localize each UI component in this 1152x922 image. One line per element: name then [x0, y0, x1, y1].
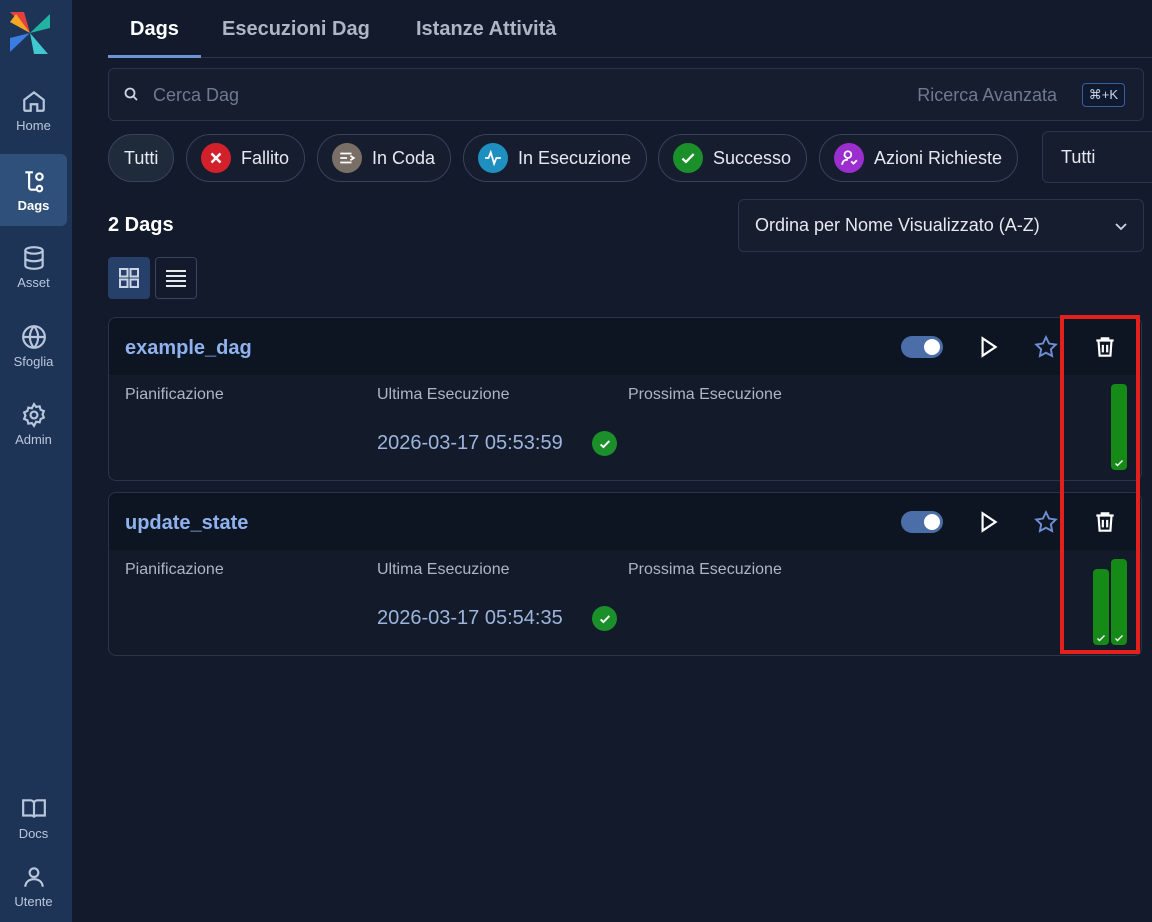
success-check-icon	[592, 606, 617, 631]
sort-select[interactable]: Ordina per Nome Visualizzato (A-Z)	[738, 199, 1144, 252]
dag-name-link[interactable]: update_state	[125, 512, 248, 535]
sidebar-item-utente[interactable]: Utente	[0, 850, 67, 922]
filter-chip-running[interactable]: In Esecuzione	[463, 134, 648, 182]
dag-card: example_dag Pianificazione Ultima Esecuz…	[108, 317, 1142, 481]
dags-icon	[24, 170, 44, 192]
dag-card-header: update_state	[109, 493, 1141, 550]
highlight-box	[1060, 315, 1140, 654]
grid-icon	[119, 268, 139, 288]
advanced-search-link[interactable]: Ricerca Avanzata	[917, 85, 1057, 106]
airflow-logo-icon[interactable]	[8, 10, 52, 56]
chevron-down-icon	[1115, 223, 1127, 231]
dag-pause-toggle[interactable]	[901, 511, 943, 533]
gear-icon	[22, 401, 45, 428]
filter-chip-failed[interactable]: Fallito	[186, 134, 306, 182]
pulse-icon	[478, 143, 508, 173]
tab-esecuzioni-dag[interactable]: Esecuzioni Dag	[200, 18, 392, 58]
queue-icon	[332, 143, 362, 173]
tag-filter-value: Tutti	[1061, 146, 1096, 167]
sidebar-item-label: Home	[16, 117, 51, 133]
last-run-value[interactable]: 2026-03-17 05:54:35	[377, 607, 563, 630]
last-run-label: Ultima Esecuzione	[377, 561, 510, 578]
list-icon	[166, 270, 186, 287]
sidebar-item-label: Dags	[17, 197, 50, 213]
globe-icon	[21, 324, 46, 349]
favorite-star-icon[interactable]	[1033, 509, 1059, 535]
tab-bar: Dags Esecuzioni Dag Istanze Attività	[108, 0, 1152, 58]
last-run-value[interactable]: 2026-03-17 05:53:59	[377, 432, 563, 455]
search-bar: Ricerca Avanzata ⌘+K	[108, 68, 1144, 121]
sidebar: Home Dags Asset Sfoglia Admin Docs Utent…	[0, 0, 72, 922]
sidebar-item-label: Utente	[14, 893, 53, 909]
sidebar-item-home[interactable]: Home	[0, 74, 67, 146]
trigger-dag-icon[interactable]	[975, 509, 1001, 535]
filter-chip-required-actions[interactable]: Azioni Richieste	[819, 134, 1019, 182]
dag-card-header: example_dag	[109, 318, 1141, 375]
home-icon	[22, 90, 45, 112]
filter-chip-label: In Esecuzione	[518, 147, 632, 168]
user-icon	[23, 866, 44, 887]
x-icon	[201, 143, 231, 173]
sidebar-item-sfoglia[interactable]: Sfoglia	[0, 310, 67, 382]
sidebar-item-label: Admin	[15, 431, 52, 447]
success-check-icon	[592, 431, 617, 456]
tab-dags[interactable]: Dags	[108, 18, 201, 58]
tab-istanze-attivita[interactable]: Istanze Attività	[394, 18, 578, 58]
filter-chip-success[interactable]: Successo	[658, 134, 808, 182]
dag-card: update_state Pianificazione Ultima Esecu…	[108, 492, 1142, 656]
shortcut-badge: ⌘+K	[1081, 83, 1125, 107]
filter-chip-label: Successo	[713, 147, 792, 168]
next-run-label: Prossima Esecuzione	[628, 386, 782, 403]
tag-filter-select[interactable]: Tutti	[1042, 131, 1152, 183]
schedule-label: Pianificazione	[125, 561, 224, 578]
schedule-label: Pianificazione	[125, 386, 224, 403]
sidebar-item-asset[interactable]: Asset	[0, 231, 67, 303]
sidebar-item-label: Sfoglia	[13, 353, 54, 369]
filter-chip-label: Fallito	[241, 147, 290, 168]
database-icon	[23, 245, 44, 270]
sidebar-item-admin[interactable]: Admin	[0, 388, 67, 460]
sidebar-item-dags[interactable]: Dags	[0, 154, 67, 226]
dag-count: 2 Dags	[108, 214, 174, 236]
sort-select-value: Ordina per Nome Visualizzato (A-Z)	[755, 215, 1040, 235]
card-view-button[interactable]	[108, 257, 150, 299]
last-run-label: Ultima Esecuzione	[377, 386, 510, 403]
search-icon	[124, 87, 138, 101]
list-view-button[interactable]	[155, 257, 197, 299]
trigger-dag-icon[interactable]	[975, 334, 1001, 360]
filter-chip-all[interactable]: Tutti	[108, 134, 175, 182]
dag-pause-toggle[interactable]	[901, 336, 943, 358]
check-icon	[673, 143, 703, 173]
next-run-label: Prossima Esecuzione	[628, 561, 782, 578]
main-content: Dags Esecuzioni Dag Istanze Attività Ric…	[72, 0, 1152, 922]
filter-chip-label: Azioni Richieste	[874, 147, 1003, 168]
sidebar-item-label: Docs	[18, 825, 49, 841]
filter-chip-queued[interactable]: In Coda	[317, 134, 452, 182]
filter-chip-label: Tutti	[124, 147, 159, 168]
search-input[interactable]	[153, 81, 853, 109]
user-action-icon	[834, 143, 864, 173]
sidebar-item-docs[interactable]: Docs	[0, 782, 67, 854]
filter-chip-label: In Coda	[372, 147, 436, 168]
sidebar-item-label: Asset	[17, 274, 50, 290]
favorite-star-icon[interactable]	[1033, 334, 1059, 360]
book-icon	[21, 798, 46, 818]
dag-name-link[interactable]: example_dag	[125, 337, 252, 360]
